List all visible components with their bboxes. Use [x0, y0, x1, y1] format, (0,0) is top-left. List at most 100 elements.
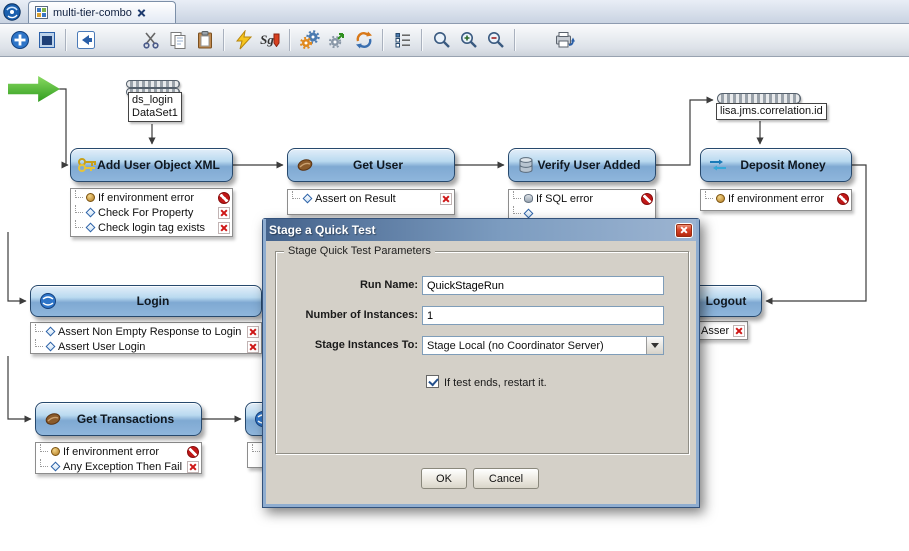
assertion-label: If environment error — [728, 193, 833, 205]
dataset-coil-icon[interactable] — [126, 80, 180, 88]
fail-x-icon — [247, 341, 259, 353]
node-add-user-object-xml[interactable]: Add User Object XML — [70, 148, 233, 182]
assertion-box: If SQL error — [508, 189, 656, 219]
tree-connector — [292, 191, 300, 199]
assertion-box: Assert Non Empty Response to Login Asser… — [30, 322, 262, 354]
fail-x-icon — [218, 207, 230, 219]
assertion-label: Assert42 — [701, 325, 729, 337]
tree-connector — [35, 324, 43, 332]
keys-icon — [77, 156, 99, 174]
tab-multi-tier-combo[interactable]: multi-tier-combo — [28, 1, 176, 23]
zoom-in-button[interactable] — [455, 27, 482, 53]
dataset-label-jms-correlation[interactable]: lisa.jms.correlation.id — [716, 103, 827, 120]
zoom-out-button[interactable] — [482, 27, 509, 53]
assertion-row[interactable]: Assert on Result — [290, 191, 452, 206]
restart-checkbox[interactable] — [426, 375, 439, 388]
dropdown-arrow-button[interactable] — [646, 337, 663, 354]
instances-input[interactable] — [422, 306, 664, 325]
tab-close-icon[interactable] — [137, 8, 146, 17]
no-entry-icon — [837, 193, 849, 205]
assert-diamond-icon — [86, 208, 96, 218]
export-button[interactable] — [551, 27, 578, 53]
bean-icon — [294, 156, 316, 174]
assert-diamond-icon — [303, 194, 313, 204]
assert-diamond-icon — [86, 223, 96, 233]
assertion-row[interactable]: Assert User Login — [33, 339, 259, 354]
instances-label: Number of Instances: — [278, 309, 418, 321]
dataset-name: ds_login — [132, 94, 178, 107]
assert-diamond-icon — [46, 342, 56, 352]
dialog-close-icon[interactable] — [675, 223, 693, 238]
fail-x-icon — [218, 222, 230, 234]
stage-to-label: Stage Instances To: — [278, 339, 418, 351]
settings-button[interactable] — [296, 27, 323, 53]
assertion-box: If environment error Check For Property … — [70, 188, 233, 237]
assertion-row[interactable]: If environment error — [703, 191, 849, 206]
run-button[interactable] — [230, 27, 257, 53]
node-title: Login — [31, 294, 261, 308]
assertion-row[interactable]: If SQL error — [511, 191, 653, 206]
assert-diamond-icon — [524, 209, 534, 219]
outline-button[interactable] — [389, 27, 416, 53]
refresh-button[interactable] — [350, 27, 377, 53]
staging-editor-button[interactable]: Sg — [257, 27, 284, 53]
assertion-row[interactable]: If environment error — [73, 190, 230, 205]
node-get-transactions[interactable]: Get Transactions — [35, 402, 202, 436]
toolbar-separator — [289, 29, 291, 51]
db-mini-icon — [524, 194, 533, 203]
paste-button[interactable] — [191, 27, 218, 53]
dialog-title-bar[interactable]: Stage a Quick Test — [263, 219, 699, 241]
stage-to-dropdown[interactable]: Stage Local (no Coordinator Server) — [422, 336, 664, 355]
no-entry-icon — [218, 192, 230, 204]
cycle-arrows-icon — [354, 30, 374, 50]
assertion-row[interactable]: Check login tag exists — [73, 220, 230, 235]
assertion-box: Assert on Result — [287, 189, 455, 215]
fail-x-icon — [187, 461, 199, 473]
deploy-button[interactable] — [323, 27, 350, 53]
magnifier-icon — [432, 30, 452, 50]
toolbar-separator — [223, 29, 225, 51]
toolbar-separator — [65, 29, 67, 51]
dataset-type: DataSet1 — [132, 107, 178, 120]
assertion-label: If SQL error — [536, 193, 637, 205]
tree-connector — [75, 205, 83, 213]
magnifier-plus-icon — [459, 30, 479, 50]
back-button[interactable] — [72, 27, 99, 53]
assert-diamond-icon — [46, 327, 56, 337]
main-toolbar: Sg — [0, 24, 909, 57]
tree-connector — [513, 191, 521, 199]
assertion-label: If environment error — [98, 192, 214, 204]
scissors-icon — [141, 30, 161, 50]
node-deposit-money[interactable]: Deposit Money — [700, 148, 852, 182]
zoom-button[interactable] — [428, 27, 455, 53]
assert-diamond-icon — [51, 462, 61, 472]
pencil-icon — [272, 33, 281, 47]
dropdown-selected-value: Stage Local (no Coordinator Server) — [423, 340, 646, 352]
bean-icon — [42, 410, 64, 428]
assertion-label: Assert Non Empty Response to Login — [58, 326, 243, 338]
group-title: Stage Quick Test Parameters — [284, 245, 435, 257]
assertion-row[interactable]: Any Exception Then Fail — [38, 459, 199, 474]
node-verify-user-added[interactable]: Verify User Added — [508, 148, 656, 182]
run-name-input[interactable] — [422, 276, 664, 295]
fail-x-icon — [247, 326, 259, 338]
add-step-button[interactable] — [6, 27, 33, 53]
node-login[interactable]: Login — [30, 285, 262, 317]
cut-button[interactable] — [137, 27, 164, 53]
panel-button[interactable] — [33, 27, 60, 53]
dataset-label-ds-login[interactable]: ds_login DataSet1 — [128, 92, 182, 122]
assertion-row[interactable]: Assert Non Empty Response to Login — [33, 324, 259, 339]
run-name-label: Run Name: — [278, 279, 418, 291]
assertion-row[interactable]: Check For Property — [73, 205, 230, 220]
node-get-user[interactable]: Get User — [287, 148, 455, 182]
magnifier-minus-icon — [486, 30, 506, 50]
ok-button[interactable]: OK — [421, 468, 467, 489]
tab-bar: multi-tier-combo — [0, 0, 909, 24]
assertion-box: If environment error — [700, 189, 852, 211]
no-entry-icon — [187, 446, 199, 458]
gear-arrow-icon — [327, 30, 347, 50]
cancel-button[interactable]: Cancel — [473, 468, 539, 489]
tree-connector — [252, 444, 260, 452]
copy-button[interactable] — [164, 27, 191, 53]
assertion-row[interactable]: If environment error — [38, 444, 199, 459]
